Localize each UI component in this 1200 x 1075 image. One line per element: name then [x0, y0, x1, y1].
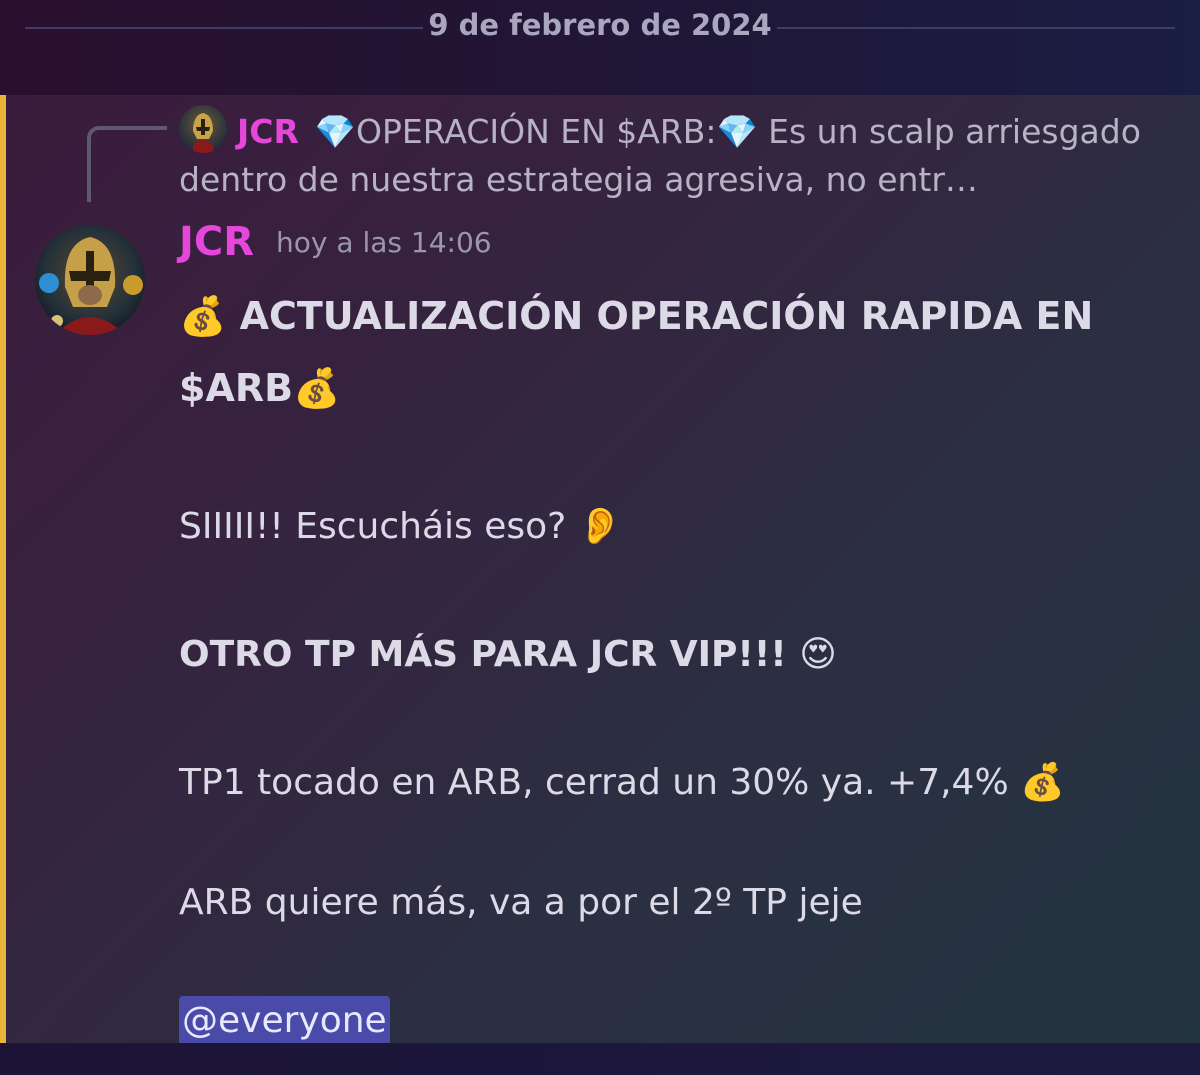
reply-preview[interactable]: JCR 💎OPERACIÓN EN $ARB:💎 Es un scalp arri… — [179, 105, 1169, 204]
chat-message[interactable]: JCR 💎OPERACIÓN EN $ARB:💎 Es un scalp arri… — [0, 95, 1200, 1046]
message-line-4: ARB quiere más, va a por el 2º TP jeje — [179, 882, 863, 923]
line-2-text: OTRO TP MÁS PARA JCR VIP!!! — [179, 634, 787, 675]
author-name[interactable]: JCR — [179, 219, 254, 265]
message-line-2: OTRO TP MÁS PARA JCR VIP!!! 😍 — [179, 630, 1169, 680]
reply-text-a: OPERACIÓN EN $ARB: — [356, 112, 717, 151]
line-1-text: SIIIII!! Escucháis eso? — [179, 506, 567, 547]
date-divider: 9 de febrero de 2024 — [0, 0, 1200, 95]
message-line-3: TP1 tocado en ARB, cerrad un 30% ya. +7,… — [179, 758, 1169, 808]
gem-icon-2: 💎 — [716, 112, 758, 151]
message-line-1: SIIIII!! Escucháis eso? 👂 — [179, 502, 1169, 552]
message-headline: 💰 ACTUALIZACIÓN OPERACIÓN RAPIDA EN $ARB… — [179, 280, 1169, 424]
money-bag-icon-2: 💰 — [293, 366, 341, 410]
money-bag-icon: 💰 — [179, 294, 227, 338]
discord-chat-view: 9 de febrero de 2024 JCR 💎OPERACIÓN EN $… — [0, 0, 1200, 1075]
heart-eyes-icon: 😍 — [799, 634, 837, 675]
money-bag-icon-3: 💰 — [1020, 762, 1065, 803]
mention-highlight-bar — [0, 95, 6, 1043]
message-header: JCR hoy a las 14:06 — [179, 219, 492, 279]
date-divider-label: 9 de febrero de 2024 — [428, 8, 772, 42]
message-timestamp[interactable]: hoy a las 14:06 — [276, 226, 492, 259]
everyone-mention[interactable]: @everyone — [179, 996, 390, 1046]
line-3-text: TP1 tocado en ARB, cerrad un 30% ya. +7,… — [179, 762, 1009, 803]
bottom-strip — [0, 1043, 1200, 1075]
ear-icon: 👂 — [577, 506, 623, 547]
reply-connector-icon — [87, 126, 167, 202]
reply-avatar-icon[interactable] — [179, 105, 227, 153]
reply-author-name[interactable]: JCR — [237, 112, 299, 151]
message-content: 💰 ACTUALIZACIÓN OPERACIÓN RAPIDA EN $ARB… — [179, 280, 1169, 1046]
gem-icon: 💎 — [314, 112, 357, 151]
divider-line-right — [777, 27, 1175, 29]
author-avatar[interactable] — [35, 225, 145, 335]
